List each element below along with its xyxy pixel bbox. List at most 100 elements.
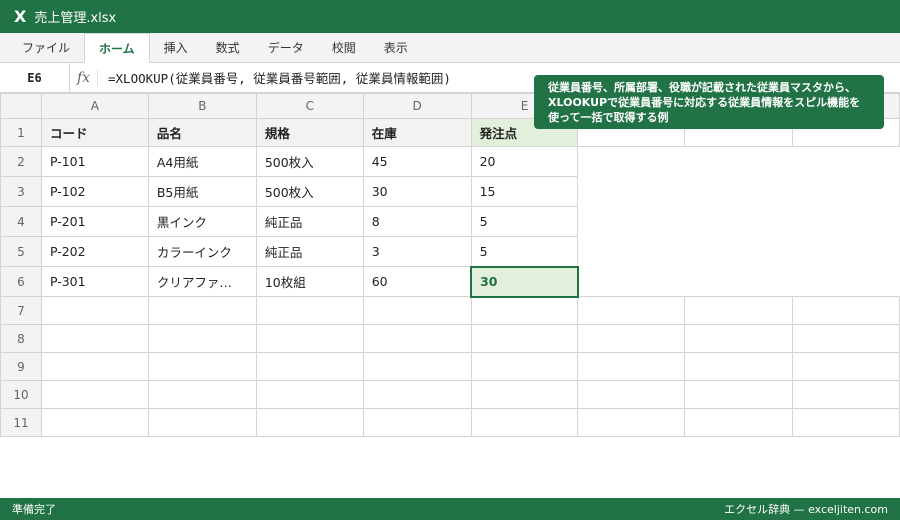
cell[interactable] [470,408,579,437]
active-cell[interactable]: 30 [470,265,579,298]
cell[interactable]: P-201 [40,206,149,237]
cell[interactable] [40,324,149,353]
table-row: 9 [0,352,900,381]
cell[interactable] [40,408,149,437]
row-header[interactable]: 3 [0,176,42,207]
cell[interactable]: 純正品 [255,236,364,267]
cell[interactable] [577,324,686,353]
column-header[interactable]: D [362,93,472,119]
cell[interactable] [362,408,472,437]
column-header[interactable]: B [147,93,257,119]
formula-input[interactable]: =XLOOKUP(従業員番号, 従業員番号範囲, 従業員情報範囲) [98,68,451,87]
row-header[interactable]: 11 [0,408,42,437]
cell[interactable] [684,296,794,325]
cell[interactable]: 20 [470,146,579,177]
cell[interactable] [362,380,472,409]
column-header[interactable]: A [40,93,149,119]
row-header[interactable]: 9 [0,352,42,381]
cell[interactable] [577,296,686,325]
cell[interactable]: コード [40,118,149,147]
cell[interactable] [147,324,257,353]
tab-insert[interactable]: 挿入 [150,33,202,62]
cell[interactable] [40,352,149,381]
table-row: 5 P-202 カラーインク 純正品 3 5 [0,236,900,267]
cell[interactable]: 30 [362,176,472,207]
row-header[interactable]: 10 [0,380,42,409]
cell[interactable] [577,352,686,381]
ribbon-tabs: ファイル ホーム 挿入 数式 データ 校閲 表示 [0,33,900,63]
tab-home[interactable]: ホーム [84,33,150,63]
cell[interactable] [255,380,364,409]
row-header[interactable]: 7 [0,296,42,325]
cell[interactable]: 15 [470,176,579,207]
cell[interactable]: クリアファ… [147,266,257,297]
cell[interactable] [255,408,364,437]
row-header[interactable]: 6 [0,266,42,297]
cell[interactable] [147,352,257,381]
name-box[interactable]: E6 [0,62,70,93]
row-header[interactable]: 5 [0,236,42,267]
cell[interactable] [577,408,686,437]
cell[interactable] [792,296,900,325]
cell[interactable]: カラーインク [147,236,257,267]
cell[interactable]: 500枚入 [255,146,364,177]
cell[interactable] [470,324,579,353]
cell[interactable] [792,352,900,381]
tab-formulas[interactable]: 数式 [202,33,254,62]
tab-view[interactable]: 表示 [370,33,422,62]
row-header[interactable]: 1 [0,118,42,147]
cell[interactable] [684,324,794,353]
cell[interactable] [792,380,900,409]
cell[interactable] [792,324,900,353]
explanation-tooltip: 従業員番号、所属部署、役職が記載された従業員マスタから、XLOOKUPで従業員番… [534,75,884,129]
cell[interactable] [684,380,794,409]
cell[interactable] [362,352,472,381]
row-header[interactable]: 8 [0,324,42,353]
cell[interactable]: 品名 [147,118,257,147]
cell[interactable]: 500枚入 [255,176,364,207]
cell[interactable]: P-101 [40,146,149,177]
cell[interactable] [470,296,579,325]
cell[interactable]: 3 [362,236,472,267]
cell[interactable]: 規格 [255,118,364,147]
cell[interactable] [470,352,579,381]
cell[interactable]: 純正品 [255,206,364,237]
cell[interactable]: 45 [362,146,472,177]
cell[interactable] [362,296,472,325]
column-header[interactable]: C [255,93,364,119]
cell[interactable]: 在庫 [362,118,472,147]
tab-file[interactable]: ファイル [8,33,84,62]
cell[interactable] [362,324,472,353]
cell[interactable] [147,408,257,437]
cell[interactable]: 黒インク [147,206,257,237]
fx-icon[interactable]: fx [70,69,98,86]
cell[interactable]: 10枚組 [255,266,364,297]
cell[interactable]: P-202 [40,236,149,267]
cell[interactable]: 5 [470,206,579,237]
cell[interactable] [255,352,364,381]
cell[interactable] [255,324,364,353]
site-credit: エクセル辞典 — exceljiten.com [724,503,888,516]
tab-data[interactable]: データ [254,33,318,62]
cell[interactable]: A4用紙 [147,146,257,177]
cell[interactable]: B5用紙 [147,176,257,207]
cell[interactable]: 8 [362,206,472,237]
cell[interactable] [792,408,900,437]
row-header[interactable]: 2 [0,146,42,177]
cell[interactable] [255,296,364,325]
cell[interactable]: 5 [470,236,579,267]
row-header[interactable]: 4 [0,206,42,237]
cell[interactable]: P-301 [40,266,149,297]
cell[interactable] [147,380,257,409]
cell[interactable] [577,380,686,409]
cell[interactable]: P-102 [40,176,149,207]
cell[interactable] [40,380,149,409]
cell[interactable] [470,380,579,409]
cell[interactable] [40,296,149,325]
select-all-corner[interactable] [0,93,42,119]
cell[interactable] [684,352,794,381]
tab-review[interactable]: 校閲 [318,33,370,62]
cell[interactable] [684,408,794,437]
cell[interactable] [147,296,257,325]
cell[interactable]: 60 [362,266,472,297]
